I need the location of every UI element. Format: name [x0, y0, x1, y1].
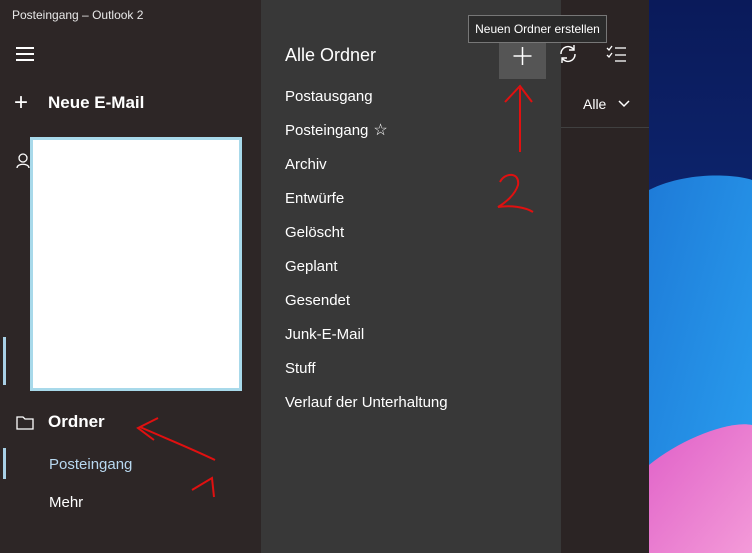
annotation-overlay: [136, 84, 534, 498]
